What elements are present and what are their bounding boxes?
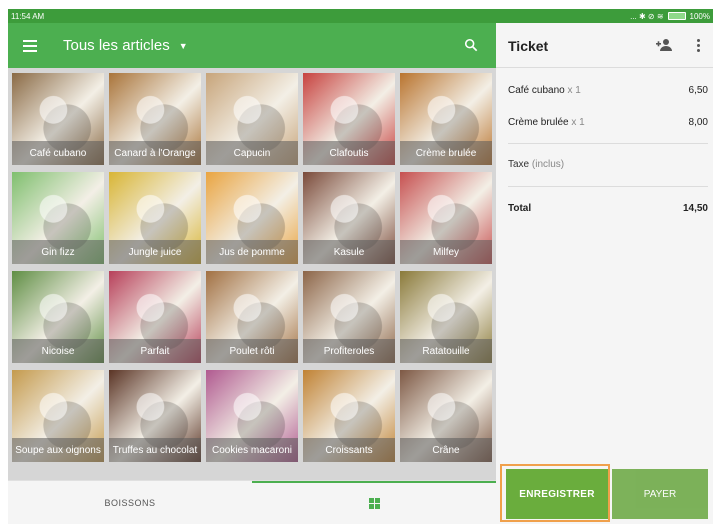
- divider: [508, 143, 708, 144]
- item-label: Profiteroles: [303, 339, 395, 363]
- item-label: Canard à l'Orange: [109, 141, 201, 165]
- battery-icon: [667, 12, 686, 20]
- item-tile[interactable]: Poulet rôti: [206, 271, 298, 363]
- status-icons-text: ... ✱ ⊘ ≋: [630, 11, 664, 21]
- total-row: Total 14,50: [508, 203, 708, 214]
- more-options-icon[interactable]: [697, 39, 700, 52]
- item-label: Crâne: [400, 438, 492, 462]
- item-tile[interactable]: Ratatouille: [400, 271, 492, 363]
- ticket-line[interactable]: Café cubano x 1 6,50: [508, 85, 708, 96]
- item-label: Milfey: [400, 240, 492, 264]
- ticket-actions: ENREGISTRER PAYER: [496, 464, 713, 524]
- item-label: Jungle juice: [109, 240, 201, 264]
- item-label: Parfait: [109, 339, 201, 363]
- tax-label: Taxe: [508, 159, 530, 170]
- item-tile[interactable]: Milfey: [400, 172, 492, 264]
- status-icons: ... ✱ ⊘ ≋ 100%: [630, 12, 710, 21]
- item-label: Crème brulée: [400, 141, 492, 165]
- item-tile[interactable]: Capucin: [206, 73, 298, 165]
- item-label: Clafoutis: [303, 141, 395, 165]
- item-tile[interactable]: Kasule: [303, 172, 395, 264]
- item-label: Poulet rôti: [206, 339, 298, 363]
- grid-icon: [368, 497, 380, 509]
- item-tile[interactable]: Jungle juice: [109, 172, 201, 264]
- ticket-line-price: 6,50: [688, 85, 708, 96]
- battery-level: 100%: [689, 11, 710, 21]
- item-label: Capucin: [206, 141, 298, 165]
- menu-icon[interactable]: [23, 39, 37, 52]
- save-button[interactable]: ENREGISTRER: [506, 469, 608, 519]
- item-tile[interactable]: Croissants: [303, 370, 395, 462]
- item-label: Soupe aux oignons: [12, 438, 104, 462]
- item-tile[interactable]: Soupe aux oignons: [12, 370, 104, 462]
- item-label: Cookies macaroni: [206, 438, 298, 462]
- search-icon[interactable]: [464, 38, 478, 52]
- item-tile[interactable]: Nicoise: [12, 271, 104, 363]
- item-tile[interactable]: Truffes au chocolat: [109, 370, 201, 462]
- add-customer-icon[interactable]: [656, 38, 672, 52]
- item-label: Truffes au chocolat: [109, 438, 201, 462]
- ticket-panel: Café cubano x 1 6,50 Crème brulée x 1 8,…: [496, 68, 713, 464]
- item-tile[interactable]: Crème brulée: [400, 73, 492, 165]
- total-label: Total: [508, 203, 532, 214]
- tax-row: Taxe (inclus): [508, 159, 708, 170]
- item-label: Nicoise: [12, 339, 104, 363]
- item-label: Jus de pomme: [206, 240, 298, 264]
- ticket-line-qty: x 1: [567, 85, 581, 96]
- status-bar: 11:54 AM ... ✱ ⊘ ≋ 100%: [8, 9, 713, 23]
- item-tile[interactable]: Cookies macaroni: [206, 370, 298, 462]
- item-tile[interactable]: Parfait: [109, 271, 201, 363]
- ticket-title: Ticket: [508, 38, 549, 54]
- category-tabs: BOISSONS: [8, 480, 496, 524]
- item-label: Croissants: [303, 438, 395, 462]
- item-tile[interactable]: Café cubano: [12, 73, 104, 165]
- item-tile[interactable]: Profiteroles: [303, 271, 395, 363]
- item-label: Gin fizz: [12, 240, 104, 264]
- ticket-line[interactable]: Crème brulée x 1 8,00: [508, 117, 708, 128]
- item-tile[interactable]: Jus de pomme: [206, 172, 298, 264]
- ticket-line-name: Café cubano: [508, 85, 565, 96]
- item-tile[interactable]: Crâne: [400, 370, 492, 462]
- item-label: Café cubano: [12, 141, 104, 165]
- item-label: Ratatouille: [400, 339, 492, 363]
- tab-all-items[interactable]: [252, 481, 496, 525]
- item-tile[interactable]: Canard à l'Orange: [109, 73, 201, 165]
- items-grid: Café cubano Canard à l'Orange Capucin Clafo…: [8, 68, 496, 480]
- item-label: Kasule: [303, 240, 395, 264]
- ticket-line-name: Crème brulée: [508, 117, 569, 128]
- item-tile[interactable]: Gin fizz: [12, 172, 104, 264]
- pay-button[interactable]: PAYER: [612, 469, 708, 519]
- item-tile[interactable]: Clafoutis: [303, 73, 395, 165]
- tab-boissons[interactable]: BOISSONS: [8, 481, 252, 525]
- ticket-line-qty: x 1: [571, 117, 585, 128]
- ticket-header: Ticket: [496, 23, 713, 68]
- divider: [508, 186, 708, 187]
- total-value: 14,50: [682, 203, 708, 214]
- ticket-line-price: 8,00: [688, 117, 708, 128]
- dropdown-caret-icon[interactable]: ▼: [179, 41, 188, 51]
- status-time: 11:54 AM: [11, 11, 45, 21]
- items-toolbar: Tous les articles ▼: [8, 23, 496, 68]
- active-tab-indicator: [252, 481, 496, 483]
- tax-note: (inclus): [531, 159, 565, 170]
- category-title[interactable]: Tous les articles: [63, 37, 170, 54]
